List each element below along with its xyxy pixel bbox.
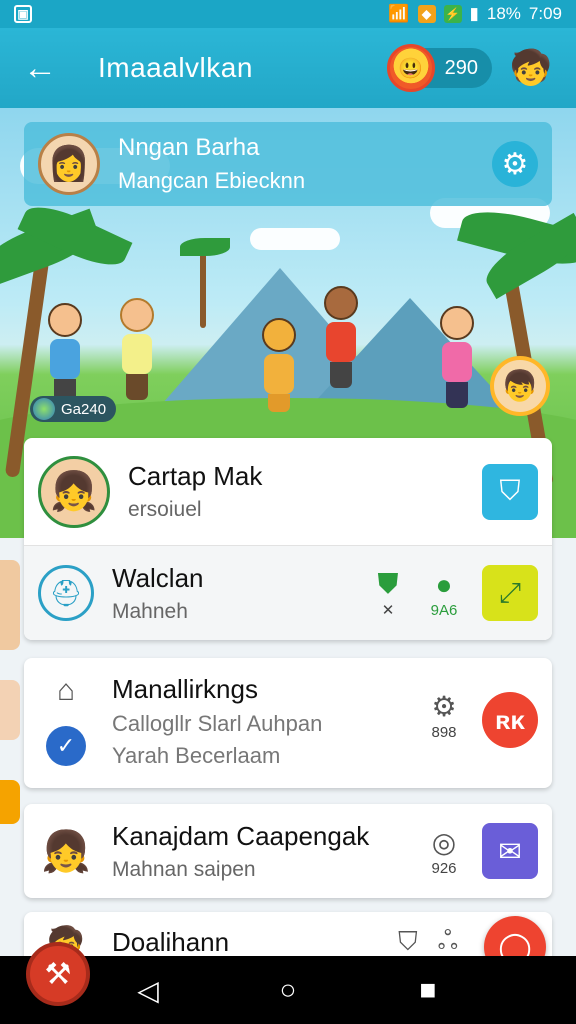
list-item[interactable]: ⛑ Walclan Mahneh ⛊ ✕ ● 9A6 ⤢ — [24, 546, 552, 640]
gear-icon: ⚙ — [431, 691, 457, 722]
avatar: 👩 — [38, 133, 100, 195]
item-subtitle: Mahneh — [112, 599, 188, 623]
envelope-icon: ✉ — [498, 835, 522, 867]
palm-tree-small — [200, 248, 206, 328]
globe-icon — [33, 398, 55, 420]
badge-icon: ⛊ — [377, 568, 399, 599]
item-title: Walclan — [112, 562, 204, 593]
easel-icon: ⌂ — [56, 674, 76, 707]
gear-icon: ⚙ — [501, 147, 529, 181]
item-title: Doalihann — [112, 926, 230, 957]
item-title: Manallirkngs — [112, 674, 258, 704]
kid-character — [120, 298, 154, 400]
app-title: Imaaalvlkan — [98, 52, 253, 83]
stat-value: 898 — [431, 724, 457, 741]
battery-level: 18% — [486, 4, 521, 23]
settings-stat[interactable]: ⚙ 898 — [422, 690, 466, 741]
clock: 7:09 — [528, 4, 562, 23]
side-item — [0, 560, 20, 650]
kid-character — [440, 306, 474, 408]
check-icon: ✓ — [46, 726, 86, 766]
bear-character — [262, 318, 296, 412]
expand-button[interactable]: ⤢ — [482, 565, 538, 621]
shield-icon: ⛉ — [499, 475, 521, 506]
kid-profile-button[interactable]: 🧒 — [506, 43, 556, 93]
coin-balance[interactable]: 😃 290 — [386, 44, 492, 92]
app-notify-icon: ◆ — [417, 5, 436, 23]
friend-avatar[interactable]: 👦 — [490, 356, 550, 416]
close-small-icon: ✕ — [381, 602, 395, 619]
nav-back-button[interactable]: ◁ — [133, 975, 163, 1006]
item-line3: Yarah Becerlaam — [112, 743, 281, 768]
stat[interactable]: ◎ 926 — [422, 826, 466, 877]
action-button[interactable]: ʀᴋ — [482, 692, 538, 748]
helmet-icon: ⛑ — [38, 565, 94, 621]
profile-name: Nngan Barha — [118, 134, 260, 161]
mail-button[interactable]: ✉ — [482, 823, 538, 879]
nav-recents-button[interactable]: ■ — [413, 974, 443, 1005]
wifi-icon: 📶 — [388, 4, 410, 23]
nav-home-button[interactable]: ○ — [273, 974, 303, 1005]
arrow-left-icon: ← — [23, 48, 57, 87]
mascot-coin-icon: 😃 — [386, 44, 435, 92]
item-subtitle: ersoiuel — [128, 498, 202, 521]
hammer-icon: ⚒ — [44, 957, 72, 991]
list-item[interactable]: ⌂ ✓ Manallirkngs Callogllr Slarl Auhpan … — [24, 658, 552, 788]
girl-character-icon: 👧 — [41, 829, 91, 874]
kid-character — [48, 303, 82, 405]
item-subtitle: Mahnan saipen — [112, 857, 256, 881]
item-title: Kanajdam Caapengak — [112, 820, 370, 851]
profile-card[interactable]: 👩 Nngan Barha Mangcan Ebiecknn ⚙ — [24, 122, 552, 206]
chat-stat[interactable]: ● 9A6 — [422, 568, 466, 619]
signal-icon: ▮ — [469, 4, 479, 23]
gallery-icon: ▣ — [14, 5, 32, 23]
list-item[interactable]: 👧 Cartap Mak ersoiuel ⛉ — [24, 438, 552, 546]
badge-stat[interactable]: ⛊ ✕ — [366, 567, 410, 619]
kid-character — [324, 286, 358, 388]
list-item[interactable]: 👧 Kanajdam Caapengak Mahnan saipen ◎ 926… — [24, 804, 552, 898]
stat-value: 926 — [431, 859, 457, 877]
cloud — [250, 228, 340, 250]
brand-icon: ʀᴋ — [495, 704, 525, 735]
score-value: Ga240 — [61, 400, 107, 418]
back-button[interactable]: ← — [20, 48, 60, 88]
shield-icon: ⛉ — [398, 926, 418, 956]
settings-button[interactable]: ⚙ — [492, 141, 538, 187]
side-item — [0, 780, 20, 824]
score-chip[interactable]: Ga240 — [30, 396, 117, 422]
side-item — [0, 680, 20, 740]
shield-button[interactable]: ⛉ — [482, 463, 538, 520]
people-icon: ஃ — [437, 925, 458, 955]
kid-character-icon: 🧒 — [509, 49, 553, 87]
app-bar: ← Imaaalvlkan 😃 290 🧒 — [0, 28, 576, 108]
status-bar: ▣ 📶 ◆ ⚡ ▮ 18% 7:09 — [0, 0, 576, 28]
stat-value: 9A6 — [430, 601, 458, 619]
circle-icon: ◎ — [431, 826, 457, 858]
item-title: Cartap Mak — [128, 461, 263, 491]
battery-saver-icon: ⚡ — [443, 5, 462, 23]
avatar: 👧 — [38, 455, 110, 528]
coin-count: 290 — [444, 56, 478, 79]
item-line2: Callogllr Slarl Auhpan — [112, 711, 323, 736]
chat-bubble-icon: ● — [435, 568, 453, 600]
lesson-card: 👧 Cartap Mak ersoiuel ⛉ ⛑ Walclan Mahneh… — [24, 438, 552, 640]
edit-fab[interactable]: ⚒ — [26, 942, 90, 1006]
profile-subtitle: Mangcan Ebiecknn — [118, 168, 306, 193]
expand-icon: ⤢ — [498, 576, 522, 608]
palm-leaf — [180, 238, 230, 256]
